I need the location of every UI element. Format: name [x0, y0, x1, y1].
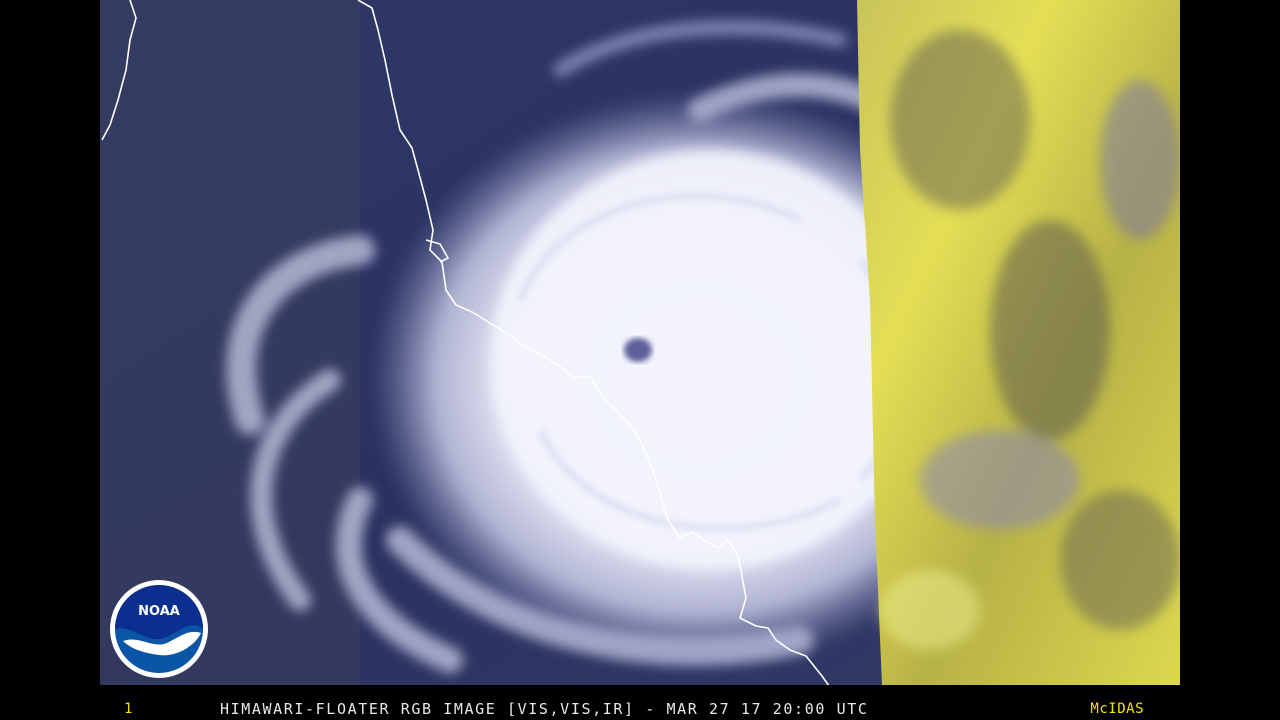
satellite-viewer: NOAA 1 HIMAWARI-FLOATER RGB IMAGE [VIS,V… — [100, 0, 1180, 720]
image-caption: HIMAWARI-FLOATER RGB IMAGE [VIS,VIS,IR] … — [220, 700, 869, 718]
mcidas-brand: McIDAS — [1090, 701, 1144, 717]
noaa-logo-text: NOAA — [138, 604, 180, 619]
frame-number: 1 — [124, 701, 135, 717]
caption-bar: 1 HIMAWARI-FLOATER RGB IMAGE [VIS,VIS,IR… — [100, 685, 1180, 720]
satellite-image — [100, 0, 1180, 685]
noaa-logo-icon: NOAA — [110, 580, 208, 678]
